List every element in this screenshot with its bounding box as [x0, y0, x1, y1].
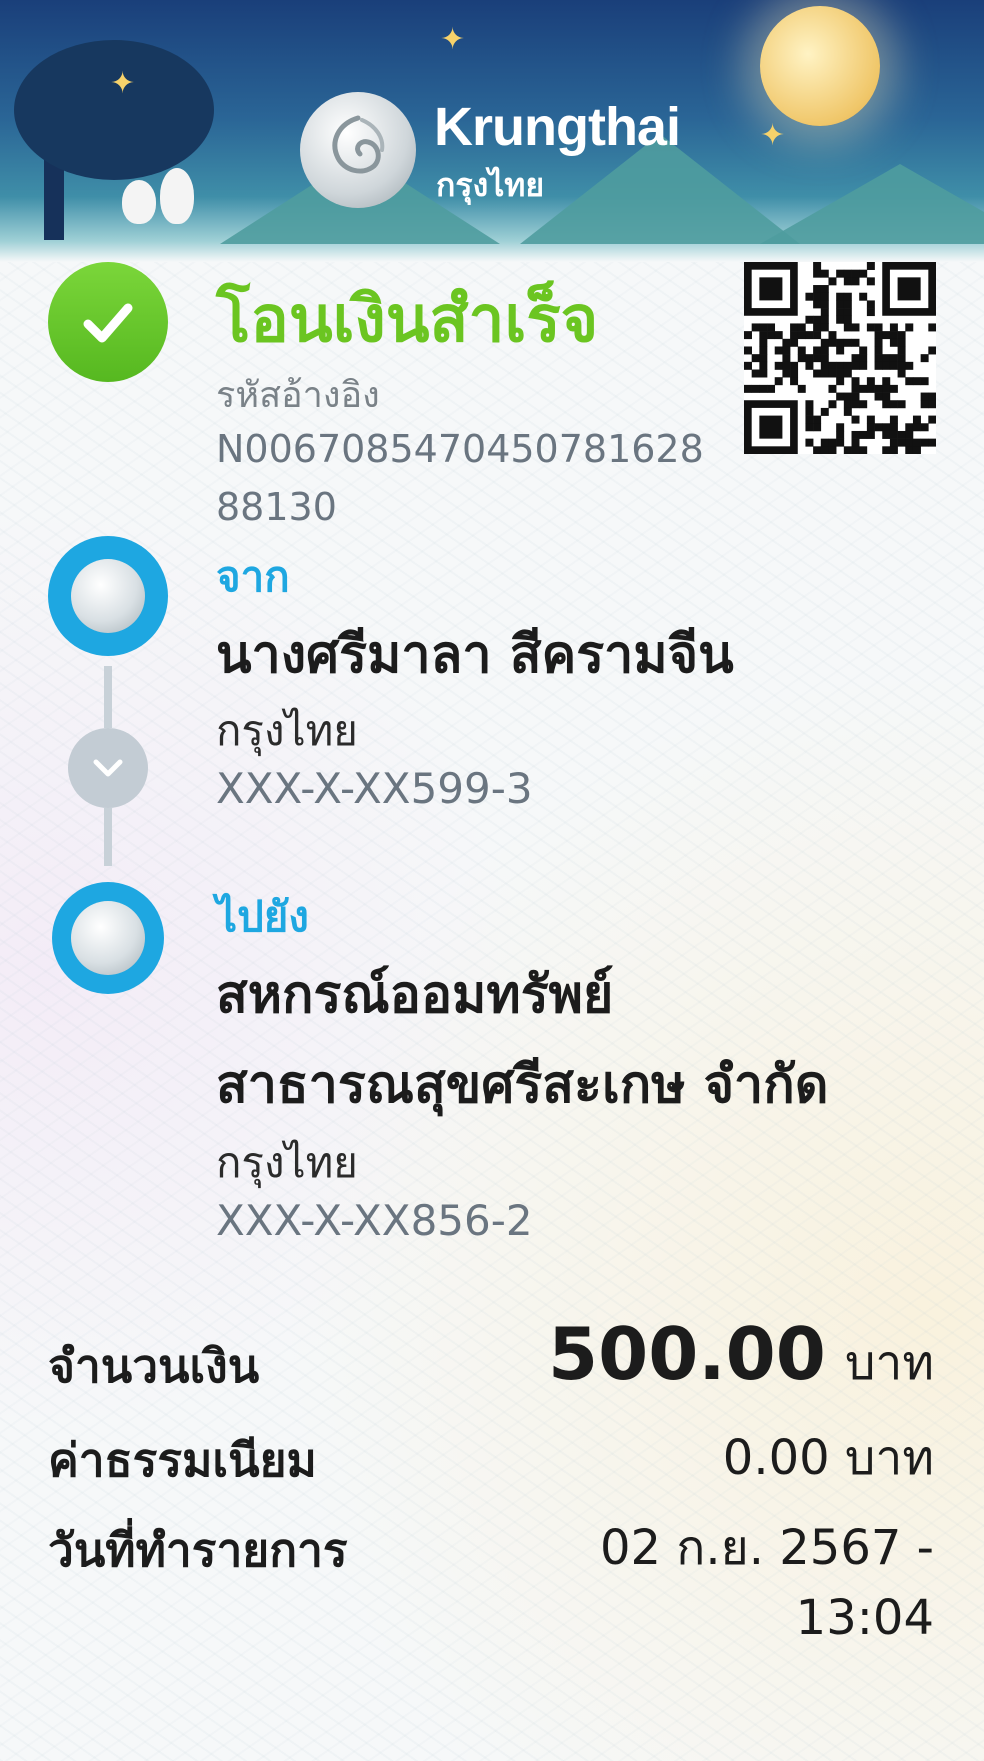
to-label: ไปยัง — [216, 892, 309, 941]
qr-code — [744, 262, 937, 455]
rabbit-illustration — [122, 180, 156, 224]
rabbit-illustration — [160, 168, 194, 224]
to-bank-name: กรุงไทย — [216, 1138, 358, 1187]
from-account-name: นางศรีมาลา สีครามจีน — [216, 625, 734, 685]
mountain-illustration — [760, 164, 984, 244]
transaction-date-value: 02 ก.ย. 2567 - — [599, 1520, 934, 1576]
from-bank-logo-icon — [48, 536, 168, 656]
header-banner: ✦ ✦ ✦ Krungthai กรุงไทย — [0, 0, 984, 262]
to-account-number: XXX-X-XX856-2 — [216, 1196, 533, 1245]
from-bank-name: กรุงไทย — [216, 706, 358, 755]
amount-value: 500.00 — [548, 1312, 826, 1396]
from-account-number: XXX-X-XX599-3 — [216, 764, 533, 813]
connector-line — [104, 666, 112, 728]
fee-label: ค่าธรรมเนียม — [48, 1433, 317, 1487]
krungthai-logo-icon — [300, 92, 416, 208]
status-title: โอนเงินสำเร็จ — [216, 283, 599, 357]
success-check-icon — [48, 262, 168, 382]
amount-row-value: 500.00 บาท — [548, 1312, 934, 1401]
moon-illustration — [760, 6, 880, 126]
fee-value: 0.00 บาท — [722, 1430, 934, 1486]
transaction-date-label: วันที่ทำรายการ — [48, 1523, 348, 1577]
connector-line — [104, 808, 112, 866]
reference-label: รหัสอ้างอิง — [216, 375, 380, 416]
tree-illustration — [14, 40, 214, 240]
to-account-name-line2: สาธารณสุขศรีสะเกษ จำกัด — [216, 1055, 829, 1115]
butterfly-icon: ✦ — [110, 66, 136, 101]
chevron-down-icon — [68, 728, 148, 808]
brand-name-th: กรุงไทย — [436, 166, 545, 204]
butterfly-icon: ✦ — [760, 118, 786, 153]
from-label: จาก — [216, 552, 290, 601]
to-bank-logo-icon — [52, 882, 164, 994]
reference-number: N006708547045078162888130 — [216, 427, 704, 529]
to-account-name-line1: สหกรณ์ออมทรัพย์ — [216, 965, 614, 1025]
amount-label: จำนวนเงิน — [48, 1339, 260, 1393]
butterfly-icon: ✦ — [440, 22, 466, 57]
brand-name-en: Krungthai — [434, 97, 681, 157]
amount-unit: บาท — [844, 1335, 934, 1391]
transaction-time-value: 13:04 — [795, 1590, 934, 1646]
